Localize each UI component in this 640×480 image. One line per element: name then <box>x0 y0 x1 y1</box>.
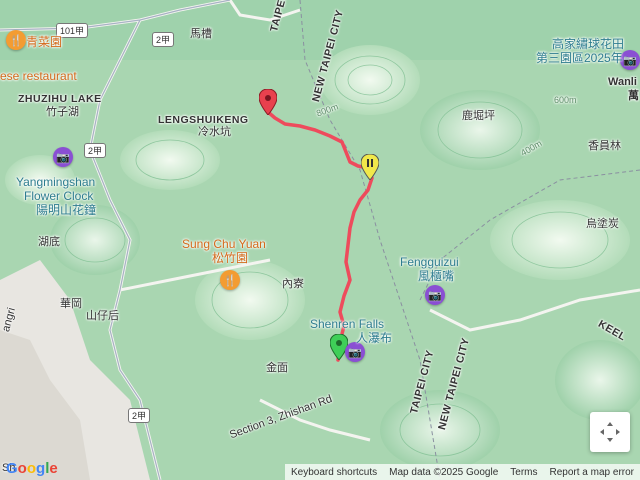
road-shield-2-top: 2甲 <box>152 32 175 47</box>
waypoint-marker[interactable] <box>360 153 380 181</box>
shenren-falls-label-en: Shenren Falls <box>310 317 385 331</box>
recenter-button[interactable] <box>590 412 630 452</box>
sung-chu-yuan-label-zh: 松竹園 <box>212 251 249 265</box>
flower-clock-poi[interactable]: 📷 <box>53 147 73 167</box>
wanli-label-zh: 萬 <box>628 90 639 102</box>
gaojia-poi[interactable]: 📷 <box>620 50 640 70</box>
sung-chu-yuan-poi[interactable]: 🍴 <box>220 270 240 290</box>
gaojia-label-zh: 高家繡球花田 <box>552 37 625 51</box>
yms-clock-label-en2: Flower Clock <box>24 189 94 203</box>
contour-label: 600m <box>554 95 577 105</box>
restaurant-poi[interactable]: 🍴 <box>6 30 26 50</box>
gaojia-label-zh2: 第三園區2025年 <box>536 51 623 65</box>
fengguizui-poi[interactable]: 📷 <box>425 285 445 305</box>
road-shield-2-mid: 2甲 <box>84 143 107 158</box>
lujueping-label: 鹿堀坪 <box>462 110 495 122</box>
neiliao-label: 內寮 <box>282 278 304 290</box>
wutukeng-label: 烏塗炭 <box>586 218 619 230</box>
sung-chu-yuan-label-en: Sung Chu Yuan <box>182 237 266 251</box>
xiangyuanlin-label: 香員林 <box>588 140 621 152</box>
huagang-label: 華岡 <box>60 298 82 310</box>
end-marker[interactable] <box>258 88 278 116</box>
restaurant-label-en: ese restaurant <box>0 69 77 83</box>
wanli-label-en: Wanli <box>608 76 637 88</box>
map-data-text: Map data ©2025 Google <box>389 466 499 478</box>
shenren-falls-poi[interactable]: 📷 <box>345 342 365 362</box>
terms-link[interactable]: Terms <box>504 467 543 478</box>
yms-clock-label-zh: 陽明山花鐘 <box>36 203 97 217</box>
road-shield-2-bottom: 2甲 <box>128 408 151 423</box>
keyboard-shortcuts-link[interactable]: Keyboard shortcuts <box>285 467 383 478</box>
pan-arrows-icon <box>600 422 620 442</box>
shenren-falls-label-zh: 人瀑布 <box>356 331 393 345</box>
shanzaihou-label: 山仔后 <box>86 310 119 322</box>
jinmian-label: 金面 <box>266 362 288 374</box>
fengguizui-label-en: Fengguizui <box>400 255 459 269</box>
lengshuikeng-label-zh: 冷水坑 <box>198 126 231 138</box>
mayao-label: 馬槽 <box>190 28 212 40</box>
lengshuikeng-label-en: LENGSHUIKENG <box>158 114 249 126</box>
restaurant-label-zh: 青菜園 <box>26 35 63 49</box>
yms-clock-label-en1: Yangmingshan <box>16 175 96 189</box>
zhuzihu-label-zh: 竹子湖 <box>46 106 79 118</box>
attribution-bar: Keyboard shortcuts Map data ©2025 Google… <box>284 464 640 480</box>
google-logo: Google <box>6 460 58 477</box>
report-error-link[interactable]: Report a map error <box>544 467 640 478</box>
hudi-label: 湖底 <box>38 236 60 248</box>
zhuzihu-label-en: ZHUZIHU LAKE <box>18 93 102 105</box>
fengguizui-label-zh: 風櫃嘴 <box>418 269 455 283</box>
